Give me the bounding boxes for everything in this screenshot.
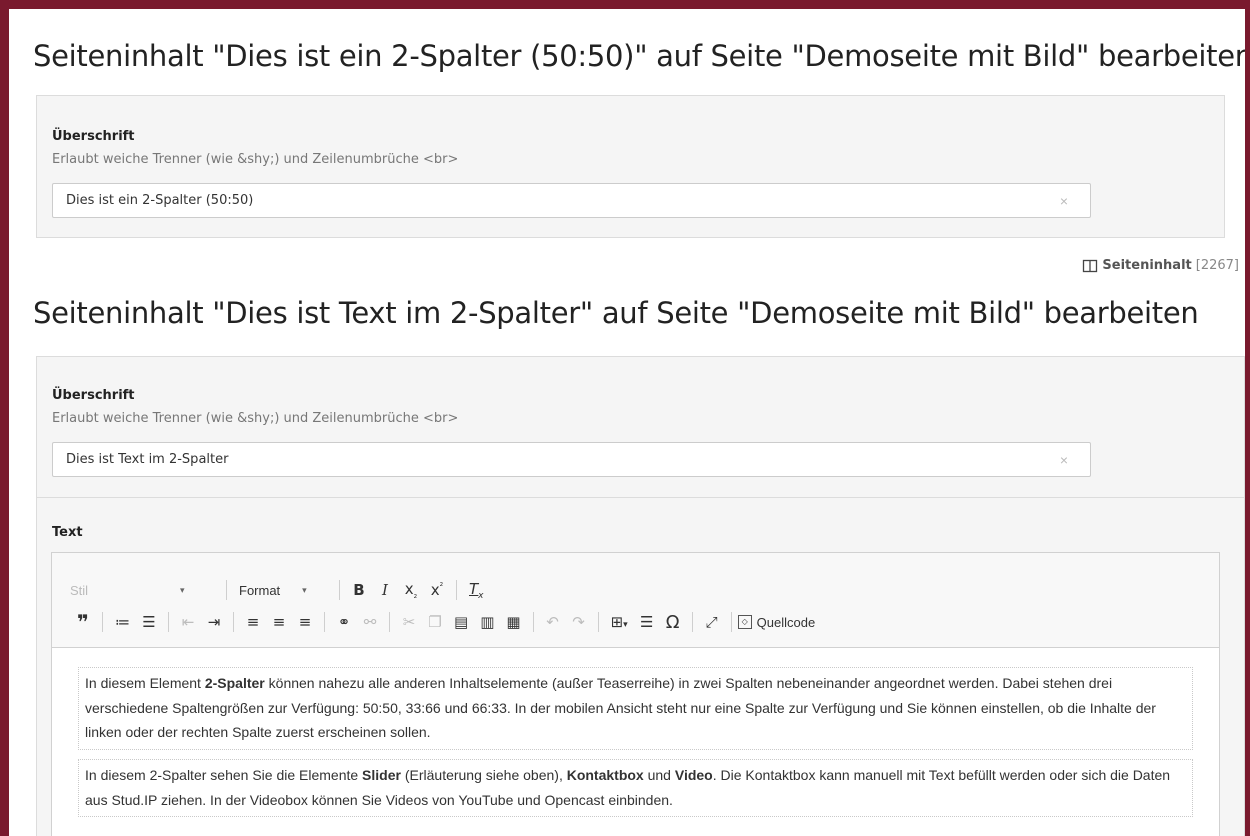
heading-hint: Erlaubt weiche Trenner (wie &shy;) und Z…: [52, 152, 459, 167]
record-meta: Seiteninhalt [2267]: [1082, 258, 1239, 273]
heading-input[interactable]: Dies ist ein 2-Spalter (50:50) ×: [52, 183, 1091, 218]
rich-text-editor: Stil ▾ Format ▾ B I x₂ x² Tx ❞ ≔ ☰ ⇤ ⇥ ≡…: [51, 552, 1220, 836]
paragraph-text: In diesem 2-Spalter sehen Sie die Elemen…: [85, 767, 363, 783]
clear-icon[interactable]: ×: [1060, 452, 1068, 468]
paragraph-text: In diesem Element: [85, 675, 205, 691]
link-icon[interactable]: ⚭: [337, 613, 351, 631]
undo-icon[interactable]: ↶: [546, 613, 560, 631]
cut-icon[interactable]: ✂: [402, 613, 416, 631]
record-type: Seiteninhalt: [1102, 258, 1192, 273]
heading-input[interactable]: Dies ist Text im 2-Spalter ×: [52, 442, 1091, 477]
format-dropdown[interactable]: Format ▾: [233, 583, 333, 598]
heading-input-value: Dies ist ein 2-Spalter (50:50): [66, 193, 254, 208]
bold-button[interactable]: B: [352, 581, 366, 599]
remove-format-button[interactable]: Tx: [469, 580, 484, 601]
content-paragraph[interactable]: In diesem Element 2-Spalter können nahez…: [78, 667, 1193, 750]
paragraph-bold: Kontaktbox: [566, 767, 644, 783]
horizontal-rule-icon[interactable]: ☰: [640, 613, 654, 631]
heading-panel: Überschrift Erlaubt weiche Trenner (wie …: [36, 95, 1225, 238]
bullet-list-icon[interactable]: ☰: [142, 613, 156, 631]
redo-icon[interactable]: ↷: [572, 613, 586, 631]
source-code-icon: ◇: [737, 615, 752, 629]
paragraph-text: und: [643, 767, 675, 783]
paragraph-text: (Erläuterung siehe oben),: [400, 767, 567, 783]
paragraph-bold: 2-Spalter: [204, 675, 265, 691]
heading-label: Überschrift: [52, 388, 135, 403]
align-left-icon[interactable]: ≡: [246, 613, 260, 631]
heading-hint: Erlaubt weiche Trenner (wie &shy;) und Z…: [52, 411, 459, 426]
record-uid: [2267]: [1195, 258, 1239, 273]
paste-word-icon[interactable]: ▦: [506, 613, 520, 631]
columns-icon: [1083, 259, 1098, 272]
heading-label: Überschrift: [52, 129, 135, 144]
heading-input-value: Dies ist Text im 2-Spalter: [66, 452, 229, 467]
subscript-button[interactable]: x₂: [404, 580, 418, 601]
blockquote-button[interactable]: ❞: [76, 610, 90, 634]
chevron-down-icon: ▾: [302, 584, 307, 595]
style-dropdown[interactable]: Stil ▾: [70, 583, 220, 598]
clear-icon[interactable]: ×: [1060, 193, 1068, 209]
italic-button[interactable]: I: [378, 581, 392, 599]
source-button-label: Quellcode: [756, 614, 816, 630]
numbered-list-icon[interactable]: ≔: [115, 613, 130, 631]
text-label: Text: [52, 525, 83, 540]
source-button[interactable]: ◇ Quellcode: [737, 614, 816, 630]
unlink-icon[interactable]: ⚯: [363, 613, 377, 631]
paste-text-icon[interactable]: ▥: [480, 613, 494, 631]
indent-icon[interactable]: ⇥: [207, 613, 221, 631]
table-icon[interactable]: ⊞▾: [611, 613, 628, 631]
style-dropdown-label: Stil: [70, 582, 89, 598]
align-center-icon[interactable]: ≡: [272, 613, 286, 631]
special-char-icon[interactable]: Ω: [666, 612, 680, 633]
page: Seiteninhalt "Dies ist ein 2-Spalter (50…: [9, 9, 1245, 836]
editor-toolbar: Stil ▾ Format ▾ B I x₂ x² Tx ❞ ≔ ☰ ⇤ ⇥ ≡…: [52, 553, 1219, 648]
superscript-button[interactable]: x²: [430, 581, 444, 599]
paste-icon[interactable]: ▤: [454, 613, 468, 631]
maximize-icon[interactable]: ⤢: [705, 613, 719, 631]
section-title: Seiteninhalt "Dies ist Text im 2-Spalter…: [33, 296, 1199, 330]
paragraph-bold: Slider: [362, 767, 401, 783]
page-title: Seiteninhalt "Dies ist ein 2-Spalter (50…: [33, 39, 1245, 73]
outdent-icon[interactable]: ⇤: [181, 613, 195, 631]
toolbar-row-2: ❞ ≔ ☰ ⇤ ⇥ ≡ ≡ ≡ ⚭ ⚯ ✂ ❐ ▤ ▥ ▦ ↶ ↷ ⊞▾ ☰ Ω…: [70, 609, 815, 635]
toolbar-row-1: Stil ▾ Format ▾ B I x₂ x² Tx: [70, 577, 490, 603]
content-paragraph[interactable]: In diesem 2-Spalter sehen Sie die Elemen…: [78, 759, 1193, 817]
paragraph-bold: Video: [674, 767, 713, 783]
divider: [37, 497, 1244, 498]
align-right-icon[interactable]: ≡: [298, 613, 312, 631]
chevron-down-icon: ▾: [180, 584, 185, 595]
format-dropdown-label: Format: [239, 582, 281, 598]
copy-icon[interactable]: ❐: [428, 613, 442, 631]
